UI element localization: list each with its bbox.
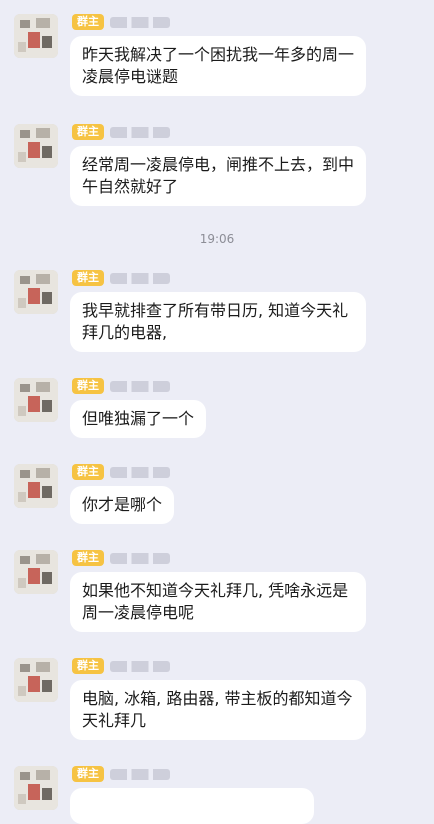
sender-info: 群主 [72,464,170,480]
message-bubble[interactable]: 你才是哪个 [70,486,175,524]
owner-badge: 群主 [72,14,104,30]
blurred-sender-name [110,552,170,564]
sender-info: 群主 [72,270,170,286]
avatar[interactable] [14,14,58,58]
owner-badge: 群主 [72,658,104,674]
sender-info: 群主 [72,658,170,674]
blurred-sender-name [110,466,170,478]
avatar[interactable] [14,464,58,508]
sender-info: 群主 [72,378,170,394]
owner-badge: 群主 [72,464,104,480]
message-bubble[interactable]: 但唯独漏了一个 [70,400,207,438]
owner-badge: 群主 [72,766,104,782]
blurred-sender-name [110,126,170,138]
blurred-sender-name [110,272,170,284]
message-bubble[interactable]: 我早就排查了所有带日历, 知道今天礼拜几的电器, [70,292,366,352]
message-bubble[interactable]: 如果他不知道今天礼拜几, 凭啥永远是周一凌晨停电呢 [70,572,366,632]
avatar[interactable] [14,378,58,422]
message-bubble[interactable]: 经常周一凌晨停电，闸推不上去，到中午自然就好了 [70,146,366,206]
blurred-sender-name [110,768,170,780]
sender-info: 群主 [72,550,170,566]
blurred-sender-name [110,380,170,392]
avatar[interactable] [14,124,58,168]
avatar[interactable] [14,270,58,314]
blurred-sender-name [110,660,170,672]
message-bubble[interactable]: 昨天我解决了一个困扰我一年多的周一凌晨停电谜题 [70,36,366,96]
avatar[interactable] [14,550,58,594]
timestamp: 19:06 [199,232,235,246]
sender-info: 群主 [72,14,170,30]
avatar[interactable] [14,658,58,702]
owner-badge: 群主 [72,124,104,140]
blurred-sender-name [110,16,170,28]
avatar[interactable] [14,766,58,810]
owner-badge: 群主 [72,550,104,566]
owner-badge: 群主 [72,378,104,394]
message-bubble[interactable]: 电脑, 冰箱, 路由器, 带主板的都知道今天礼拜几 [70,680,366,740]
sender-info: 群主 [72,124,170,140]
sender-info: 群主 [72,766,170,782]
owner-badge: 群主 [72,270,104,286]
message-bubble[interactable] [70,788,314,824]
